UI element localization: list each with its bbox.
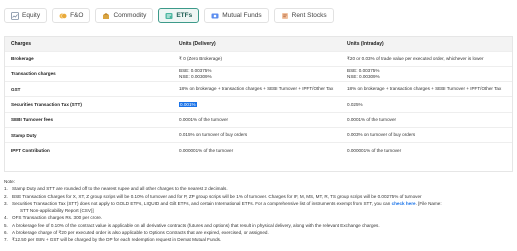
tab-label: Commodity: [113, 12, 147, 19]
commodity-icon: [102, 12, 110, 20]
table-row: SEBI Turnover fees 0.0001% of the turnov…: [5, 111, 512, 128]
note-item-continuation: STT Non-applicability Report (CSV)]: [20, 208, 94, 214]
row-name: Stamp Duty: [5, 126, 173, 143]
row-name: SEBI Turnover fees: [5, 111, 173, 128]
note-item: 1. Stamp Duty and STT are rounded off to …: [4, 186, 228, 192]
row-name: Brokerage: [5, 50, 173, 67]
row-name: Transaction charges: [5, 65, 173, 82]
row-name: IPFT Contribution: [5, 142, 173, 159]
notes-title: Note:: [4, 179, 15, 184]
mutual-funds-icon: [211, 12, 219, 20]
header-delivery: Units (Delivery): [173, 37, 341, 51]
intraday-cell: ₹20 or 0.03% of trade value per executed…: [341, 50, 512, 67]
intraday-cell: 0.025%: [341, 96, 512, 113]
check-here-link[interactable]: check here: [392, 201, 416, 206]
intraday-cell: 18% on brokerage + transaction charges +…: [341, 81, 512, 97]
etf-icon: [165, 12, 173, 20]
row-name: GST: [5, 81, 173, 97]
delivery-cell: 0.000001% of the turnover: [173, 142, 341, 159]
charges-table: Charges Units (Delivery) Units (Intraday…: [4, 36, 513, 172]
tab-label: Mutual Funds: [222, 12, 262, 19]
selected-text[interactable]: 0.001%: [179, 102, 197, 108]
table-row: Transaction charges BSE: 0.00375% NSE: 0…: [5, 65, 512, 82]
table-row: IPFT Contribution 0.000001% of the turno…: [5, 142, 512, 159]
product-tabs: Equity F&O Commodity ETFs Mutual Funds R…: [4, 8, 334, 23]
tab-mutual-funds[interactable]: Mutual Funds: [204, 8, 269, 23]
tab-label: Equity: [22, 12, 41, 19]
delivery-cell: 0.0001% of the turnover: [173, 111, 341, 128]
delivery-cell: 18% on brokerage + transaction charges +…: [173, 81, 341, 97]
tab-label: F&O: [70, 12, 84, 19]
delivery-cell: ₹ 0 (Zero Brokerage): [173, 50, 341, 67]
note-item: 2. BSE Transaction Charges for X, XT, Z g…: [4, 193, 422, 199]
header-charges: Charges: [5, 37, 173, 51]
intraday-cell: 0.003% on turnover of buy orders: [341, 126, 512, 143]
intraday-cell: 0.0001% of the turnover: [341, 111, 512, 128]
tab-rent-stocks[interactable]: Rent Stocks: [273, 8, 334, 23]
table-row: GST 18% on brokerage + transaction charg…: [5, 81, 512, 97]
table-row: Securities Transaction Tax (STT) 0.001% …: [5, 96, 512, 113]
delivery-cell: 0.015% on turnover of buy orders: [173, 126, 341, 143]
chart-icon: [11, 11, 19, 20]
tab-fno[interactable]: F&O: [52, 8, 91, 23]
table-row: Brokerage ₹ 0 (Zero Brokerage) ₹20 or 0.…: [5, 50, 512, 67]
coins-icon: [59, 12, 67, 20]
header-intraday: Units (Intraday): [341, 37, 512, 51]
delivery-cell: 0.001%: [173, 96, 341, 113]
note-item: 6. A brokerage charge of ₹20 per executed…: [4, 230, 269, 236]
tab-label: ETFs: [176, 12, 193, 19]
note-item: 5. A brokerage fee of 0.10% of the contra…: [4, 222, 380, 228]
rent-icon: [281, 12, 289, 20]
tab-etfs[interactable]: ETFs: [158, 8, 200, 23]
intraday-cell: BSE: 0.00375% NSE: 0.00309%: [341, 65, 512, 82]
tab-equity[interactable]: Equity: [4, 8, 48, 23]
note-item: 4. OFS Transaction charges Rs. 300 per cr…: [4, 215, 103, 221]
intraday-cell: 0.000001% of the turnover: [341, 142, 512, 159]
delivery-cell: BSE: 0.00375% NSE: 0.00309%: [173, 65, 341, 82]
row-name: Securities Transaction Tax (STT): [5, 96, 173, 113]
note-item: 7. ₹12.50 per ISIN + GST will be charged …: [4, 237, 222, 243]
tab-commodity[interactable]: Commodity: [95, 8, 154, 23]
table-header-row: Charges Units (Delivery) Units (Intraday…: [5, 37, 512, 51]
table-row: Stamp Duty 0.015% on turnover of buy ord…: [5, 126, 512, 143]
tab-label: Rent Stocks: [291, 12, 327, 19]
note-item: 3. Securities Transaction Tax (STT) does…: [4, 200, 442, 206]
notes-section: Note: 1. Stamp Duty and STT are rounded o…: [4, 178, 514, 244]
